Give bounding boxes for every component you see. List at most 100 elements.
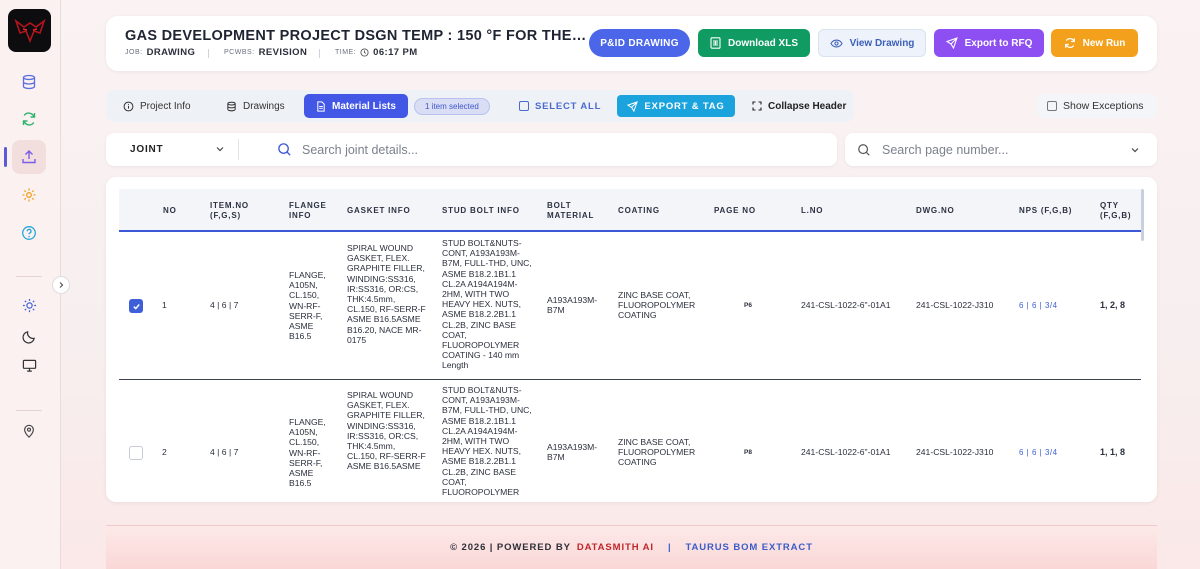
row-checkbox[interactable]: [129, 446, 143, 460]
column-header-coating: COATING: [618, 206, 660, 215]
header-card: GAS DEVELOPMENT PROJECT DSGN TEMP : 150 …: [106, 16, 1157, 71]
cell-qty: 1, 1, 8: [1100, 447, 1126, 457]
new-run-label: New Run: [1082, 37, 1126, 49]
new-run-button[interactable]: New Run: [1051, 29, 1138, 57]
theme-light-button[interactable]: [12, 288, 46, 322]
export-rfq-label: Export to RFQ: [964, 37, 1033, 49]
column-header-page-no: PAGE NO: [714, 206, 756, 215]
sidebar-item-location[interactable]: [12, 414, 46, 448]
sync-icon: [22, 112, 36, 126]
cell-flange-info: FLANGE, A105N, CL.150, WN-RF-SERR-F, ASM…: [289, 417, 326, 489]
moon-icon: [21, 330, 35, 344]
active-indicator: [4, 147, 7, 167]
column-header-no: NO: [163, 206, 177, 215]
cell-flange-info: FLANGE, A105N, CL.150, WN-RF-SERR-F, ASM…: [289, 270, 326, 342]
meta-divider: [208, 49, 209, 58]
document-icon: [317, 100, 325, 112]
filter-select-value: JOINT: [130, 144, 164, 155]
page-search-bar: [845, 133, 1157, 166]
show-exceptions-toggle[interactable]: Show Exceptions: [1037, 94, 1157, 118]
cell-bolt-material: A193A193M-B7M: [547, 442, 598, 463]
cell-l-no: 241-CSL-1022-6"-01A1: [801, 300, 891, 310]
select-all-button[interactable]: SELECT ALL: [519, 94, 601, 118]
column-header-nps: NPS (F,G,B): [1019, 206, 1073, 215]
logo-icon: [13, 18, 46, 43]
app-logo[interactable]: [8, 9, 51, 52]
table-row[interactable]: 2 4 | 6 | 7 FLANGE, A105N, CL.150, WN-RF…: [119, 381, 1141, 499]
sidebar-item-settings[interactable]: [12, 178, 46, 212]
joint-search-input[interactable]: [302, 139, 822, 160]
sidebar-divider: [16, 276, 42, 277]
cell-nps: 6 | 6 | 3/4: [1019, 448, 1058, 457]
pcwbs-value: REVISION: [258, 47, 308, 58]
spreadsheet-icon: [710, 37, 721, 49]
selection-count-badge: 1 item selected: [414, 98, 490, 115]
download-xls-label: Download XLS: [728, 37, 798, 49]
search-icon: [858, 144, 870, 156]
sun-icon: [22, 298, 36, 312]
joint-search-bar: JOINT: [106, 133, 837, 166]
cell-dwg-no: 241-CSL-1022-J310: [916, 300, 994, 310]
collapse-header-label: Collapse Header: [768, 100, 847, 112]
job-value: DRAWING: [146, 47, 196, 58]
page-search-input[interactable]: [882, 139, 1112, 160]
download-xls-button[interactable]: Download XLS: [698, 29, 810, 57]
export-tag-button[interactable]: EXPORT & TAG: [617, 95, 735, 117]
tab-project-info-label: Project Info: [140, 100, 191, 112]
table-header: NO ITEM.NO (F,G,S) FLANGE INFO GASKET IN…: [119, 189, 1143, 232]
table-scrollbar[interactable]: [1141, 189, 1144, 241]
theme-system-button[interactable]: [12, 348, 46, 382]
search-divider: [238, 139, 239, 160]
cell-coating: ZINC BASE COAT, FLUOROPOLYMER COATING: [618, 290, 696, 321]
cell-no: 1: [162, 300, 167, 310]
view-toolbar: Project Info Drawings Material Lists 1 i…: [106, 90, 854, 122]
time-value: 06:17 PM: [373, 47, 418, 58]
export-rfq-button[interactable]: Export to RFQ: [934, 29, 1044, 57]
cell-stud-bolt-info: STUD BOLT&NUTS-CONT, A193A193M-B7M, FULL…: [442, 385, 532, 498]
cell-l-no: 241-CSL-1022-6"-01A1: [801, 447, 891, 457]
column-header-stud-bolt-info: STUD BOLT INFO: [442, 206, 520, 215]
time-label: TIME:: [335, 49, 357, 56]
column-header-bolt-material: BOLT MATERIAL: [547, 201, 595, 220]
table-row[interactable]: 1 4 | 6 | 7 FLANGE, A105N, CL.150, WN-RF…: [119, 234, 1141, 380]
sidebar-item-upload[interactable]: [12, 140, 46, 174]
tab-drawings-label: Drawings: [243, 100, 285, 112]
tab-material-lists-label: Material Lists: [332, 100, 396, 112]
footer-separator: |: [667, 542, 672, 553]
collapse-header-button[interactable]: Collapse Header: [752, 94, 846, 118]
column-header-gasket-info: GASKET INFO: [347, 206, 411, 215]
row-checkbox[interactable]: [129, 299, 143, 313]
chevron-right-icon: [59, 282, 64, 288]
sidebar-toggle-button[interactable]: [52, 276, 70, 294]
page-footer: © 2026 | POWERED BY DATASMITH AI | TAURU…: [106, 525, 1157, 569]
filter-select[interactable]: JOINT: [130, 133, 163, 166]
footer-product-link[interactable]: TAURUS BOM EXTRACT: [686, 542, 813, 553]
column-header-item-no: ITEM.NO (F,G,S): [210, 201, 249, 220]
cell-item-no: 4 | 6 | 7: [210, 447, 239, 457]
tab-drawings[interactable]: Drawings: [226, 94, 285, 118]
job-meta: JOB: DRAWING: [125, 47, 195, 58]
show-exceptions-checkbox[interactable]: [1047, 101, 1057, 111]
tab-project-info[interactable]: Project Info: [123, 94, 191, 118]
chevron-down-icon[interactable]: [214, 143, 226, 155]
pid-drawing-label: P&ID DRAWING: [600, 37, 679, 49]
tab-material-lists[interactable]: Material Lists: [304, 94, 408, 118]
database-icon: [227, 101, 236, 111]
sidebar-item-database[interactable]: [12, 65, 46, 99]
column-header-qty: QTY (F,G,B): [1100, 201, 1132, 220]
monitor-icon: [22, 359, 36, 372]
footer-copyright: © 2026 | POWERED BY: [450, 542, 571, 553]
view-drawing-button[interactable]: View Drawing: [818, 29, 926, 57]
settings-icon: [22, 188, 36, 202]
pid-drawing-button[interactable]: P&ID DRAWING: [589, 29, 690, 57]
cell-qty: 1, 2, 8: [1100, 300, 1126, 310]
select-all-checkbox[interactable]: [519, 101, 529, 111]
refresh-icon: [1064, 38, 1075, 48]
sidebar-item-help[interactable]: [12, 216, 46, 250]
cell-gasket-info: SPIRAL WOUND GASKET, FLEX. GRAPHITE FILL…: [347, 243, 426, 345]
cell-page-no: P8: [744, 449, 752, 456]
chevron-down-icon[interactable]: [1129, 144, 1141, 156]
sidebar-item-sync[interactable]: [12, 102, 46, 136]
footer-brand-link[interactable]: DATASMITH AI: [577, 542, 654, 553]
cell-stud-bolt-info: STUD BOLT&NUTS-CONT, A193A193M-B7M, FULL…: [442, 238, 532, 371]
